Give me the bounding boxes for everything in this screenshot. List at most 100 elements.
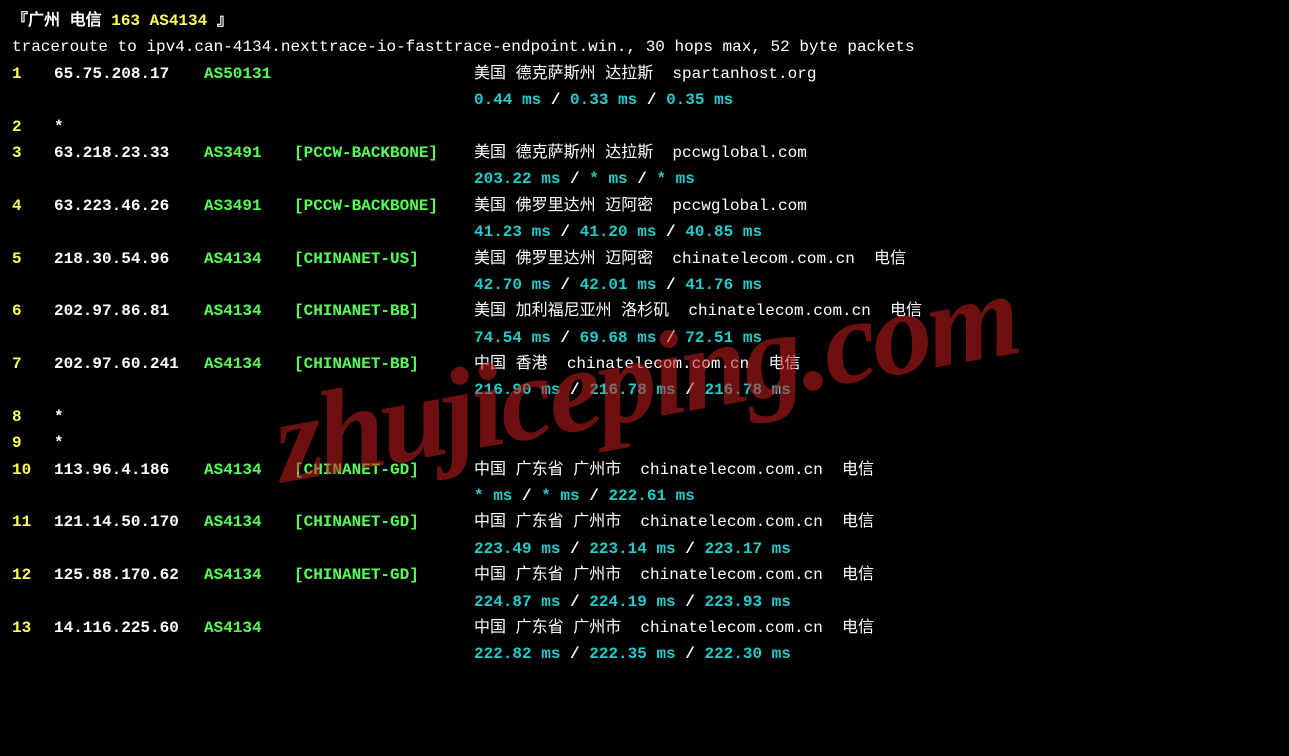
hop-number: 12 [12,562,54,588]
hop-number: 2 [12,114,54,140]
hop-latency-line: 41.23 ms / 41.20 ms / 40.85 ms [12,219,1277,245]
hop-asn: AS4134 [204,351,294,377]
latency-sep: / [560,381,589,399]
hop-org: chinatelecom.com.cn [631,566,833,584]
hop-latency-line: 203.22 ms / * ms / * ms [12,166,1277,192]
hop-location: 美国 德克萨斯州 达拉斯 [474,140,663,166]
hop-row: 5218.30.54.96AS4134[CHINANET-US]美国 佛罗里达州… [12,246,1277,272]
hop-org: chinatelecom.com.cn [679,302,881,320]
hop-number: 13 [12,615,54,641]
hops-list: 165.75.208.17AS50131美国 德克萨斯州 达拉斯 spartan… [12,61,1277,668]
latency-3: 223.17 ms [704,540,790,558]
hop-ip: 14.116.225.60 [54,615,204,641]
latency-sep: / [676,593,705,611]
hop-row: 1314.116.225.60AS4134中国 广东省 广州市 chinatel… [12,615,1277,641]
hop-org: chinatelecom.com.cn [631,461,833,479]
terminal-output: 『广州 电信 163 AS4134 』 traceroute to ipv4.c… [12,8,1277,668]
latency-1: 216.90 ms [474,381,560,399]
header-prefix: 『广州 电信 [12,12,111,30]
hop-asn: AS4134 [204,562,294,588]
latency-3: 222.61 ms [608,487,694,505]
hop-network: [PCCW-BACKBONE] [294,140,474,166]
latency-1: * ms [474,487,512,505]
hop-row: 12125.88.170.62AS4134[CHINANET-GD]中国 广东省… [12,562,1277,588]
hop-isp: 电信 [832,566,874,584]
latency-1: 74.54 ms [474,329,551,347]
latency-2: 0.33 ms [570,91,637,109]
hop-star: * [54,434,64,452]
hop-org: chinatelecom.com.cn [557,355,759,373]
hop-number: 6 [12,298,54,324]
latency-1: 42.70 ms [474,276,551,294]
hop-number: 4 [12,193,54,219]
hop-location: 美国 佛罗里达州 迈阿密 [474,193,663,219]
hop-latency-line: 224.87 ms / 224.19 ms / 223.93 ms [12,589,1277,615]
hop-ip: 63.223.46.26 [54,193,204,219]
hop-org: pccwglobal.com [663,197,807,215]
hop-isp: 电信 [832,461,874,479]
latency-sep: / [560,593,589,611]
hop-location: 中国 香港 [474,351,557,377]
latency-sep: / [676,645,705,663]
hop-network: [CHINANET-GD] [294,562,474,588]
latency-3: 222.30 ms [704,645,790,663]
latency-3: 223.93 ms [704,593,790,611]
hop-row: 463.223.46.26AS3491[PCCW-BACKBONE]美国 佛罗里… [12,193,1277,219]
hop-row: 6202.97.86.81AS4134[CHINANET-BB]美国 加利福尼亚… [12,298,1277,324]
hop-isp: 电信 [759,355,801,373]
latency-2: 216.78 ms [589,381,675,399]
hop-row-timeout: 8* [12,404,1277,430]
hop-location: 中国 广东省 广州市 [474,615,631,641]
hop-number: 3 [12,140,54,166]
hop-star: * [54,118,64,136]
hop-org: chinatelecom.com.cn [663,250,865,268]
latency-3: 0.35 ms [666,91,733,109]
latency-3: 72.51 ms [685,329,762,347]
hop-row: 10113.96.4.186AS4134[CHINANET-GD]中国 广东省 … [12,457,1277,483]
latency-2: 223.14 ms [589,540,675,558]
hop-org: chinatelecom.com.cn [631,513,833,531]
hop-asn: AS4134 [204,615,294,641]
hop-ip: 125.88.170.62 [54,562,204,588]
hop-latency-line: * ms / * ms / 222.61 ms [12,483,1277,509]
latency-sep: / [656,223,685,241]
hop-ip: 202.97.86.81 [54,298,204,324]
hop-row: 11121.14.50.170AS4134[CHINANET-GD]中国 广东省… [12,509,1277,535]
latency-2: 224.19 ms [589,593,675,611]
hop-row-timeout: 2* [12,114,1277,140]
hop-network: [CHINANET-GD] [294,457,474,483]
latency-sep: / [560,540,589,558]
hop-isp: 电信 [864,250,906,268]
latency-sep: / [676,381,705,399]
latency-sep: / [580,487,609,505]
latency-sep: / [628,170,657,188]
latency-1: 41.23 ms [474,223,551,241]
latency-sep: / [560,170,589,188]
latency-sep: / [541,91,570,109]
header-highlight: 163 AS4134 [111,12,207,30]
hop-asn: AS4134 [204,509,294,535]
latency-2: * ms [589,170,627,188]
latency-2: 222.35 ms [589,645,675,663]
hop-ip: 113.96.4.186 [54,457,204,483]
hop-location: 中国 广东省 广州市 [474,562,631,588]
hop-isp: 电信 [832,619,874,637]
hop-location: 中国 广东省 广州市 [474,509,631,535]
latency-3: 216.78 ms [704,381,790,399]
hop-row: 165.75.208.17AS50131美国 德克萨斯州 达拉斯 spartan… [12,61,1277,87]
hop-ip: 202.97.60.241 [54,351,204,377]
hop-ip: 218.30.54.96 [54,246,204,272]
hop-org: pccwglobal.com [663,144,807,162]
hop-latency-line: 42.70 ms / 42.01 ms / 41.76 ms [12,272,1277,298]
hop-latency-line: 216.90 ms / 216.78 ms / 216.78 ms [12,377,1277,403]
hop-network: [CHINANET-BB] [294,298,474,324]
latency-sep: / [560,645,589,663]
latency-1: 222.82 ms [474,645,560,663]
hop-number: 1 [12,61,54,87]
latency-1: 203.22 ms [474,170,560,188]
hop-asn: AS3491 [204,140,294,166]
hop-ip: 121.14.50.170 [54,509,204,535]
hop-star: * [54,408,64,426]
latency-3: 40.85 ms [685,223,762,241]
hop-location: 中国 广东省 广州市 [474,457,631,483]
